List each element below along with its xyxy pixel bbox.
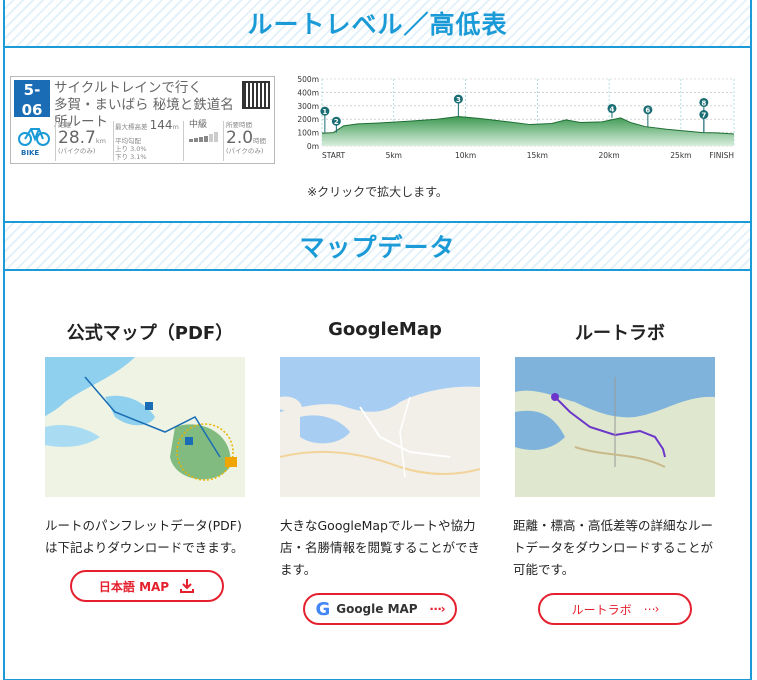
marker-label: 3 xyxy=(456,96,461,104)
route-number: 5-06 xyxy=(21,81,43,119)
map-data-panel: 公式マップ（PDF） ルートのパンフレットデータ(PDF) は下記よりダウンロー… xyxy=(5,271,750,679)
x-tick-label: START xyxy=(322,151,346,160)
y-tick-label: 400m xyxy=(297,88,319,97)
route-level-header: ルートレベル／高低表 xyxy=(5,0,750,48)
route-level-title: ルートレベル／高低表 xyxy=(247,10,508,39)
x-tick-label: 5km xyxy=(386,151,402,160)
elevation-label: 最大標高差 xyxy=(115,123,148,131)
marker-label: 8 xyxy=(701,99,706,107)
routelab-title: ルートラボ xyxy=(575,323,665,344)
google-map-description: 大きなGoogleMapでルートや協力 店・名勝情報を閲覧することができ ます。 xyxy=(280,515,480,581)
map-data-header: マップデータ xyxy=(5,223,750,271)
desc-line: ルートのパンフレットデータ(PDF) xyxy=(45,518,242,533)
level-label: 中級 xyxy=(189,120,208,130)
japanese-map-download-button[interactable]: 日本語 MAP xyxy=(70,570,224,602)
official-map-thumbnail[interactable] xyxy=(45,357,245,497)
x-tick-label: 15km xyxy=(527,151,548,160)
level-stat: 中級 xyxy=(189,121,219,145)
distance-value: 28.7 xyxy=(58,128,96,148)
distance-note: (パイクのみ) xyxy=(58,147,96,155)
y-tick-label: 500m xyxy=(297,76,319,84)
elevation-value: 144 xyxy=(149,118,173,132)
routelab-thumbnail[interactable] xyxy=(515,357,715,497)
y-tick-label: 0m xyxy=(307,142,319,151)
desc-line: 店・名勝情報を閲覧することができ xyxy=(280,540,481,555)
card-divider xyxy=(55,121,56,161)
route-info-card[interactable]: 5-06 CLASS サイクルトレインで行く 多賀・まいばら 秘境と鉄道名所ルー… xyxy=(10,76,275,164)
card-divider xyxy=(183,121,184,161)
desc-line: 可能です。 xyxy=(513,562,575,577)
click-to-enlarge-note: ※クリックで拡大します。 xyxy=(307,185,448,199)
grade-label: 平均勾配 xyxy=(115,137,141,145)
arrow-right-icon: ⋯› xyxy=(643,602,660,616)
time-note: (パイクのみ) xyxy=(226,147,264,155)
bicycle-icon xyxy=(18,128,50,146)
x-tick-label: 25km xyxy=(670,151,691,160)
marker-label: 1 xyxy=(322,108,327,116)
card-divider xyxy=(223,121,224,161)
japanese-map-label: 日本語 MAP xyxy=(98,579,170,594)
x-tick-label: FINISH xyxy=(709,151,734,160)
distance-unit: km xyxy=(95,137,106,145)
marker-label: 2 xyxy=(334,118,339,126)
qr-code-icon xyxy=(242,81,270,109)
marker-label: 4 xyxy=(610,105,615,113)
routelab-description: 距離・標高・高低差等の詳細なルー トデータをダウンロードすることが 可能です。 xyxy=(513,515,713,581)
time-stat: 所要時間 2.0時間 (パイクのみ) xyxy=(226,121,266,155)
map-data-title: マップデータ xyxy=(299,233,456,262)
official-map-description: ルートのパンフレットデータ(PDF) は下記よりダウンロードできます。 xyxy=(45,515,244,559)
desc-line: 距離・標高・高低差等の詳細なルー xyxy=(513,518,714,533)
elevation-area xyxy=(322,116,734,146)
elevation-chart[interactable]: 500m 400m 300m 200m 100m 0mSTART 5km 10km 15km 20… xyxy=(290,76,745,166)
y-tick-label: 100m xyxy=(297,129,319,138)
time-unit: 時間 xyxy=(253,137,267,145)
content-frame: ルートレベル／高低表 5-06 CLASS サイクルトレインで行く 多賀・まいば… xyxy=(3,0,752,680)
official-map-title: 公式マップ（PDF） xyxy=(66,323,234,344)
distance-stat: 距離 28.7km (パイクのみ) xyxy=(58,121,106,155)
time-value: 2.0 xyxy=(226,128,254,148)
route-level-panel[interactable]: 5-06 CLASS サイクルトレインで行く 多賀・まいばら 秘境と鉄道名所ルー… xyxy=(5,48,750,223)
google-map-title: GoogleMap xyxy=(328,319,442,340)
bike-label: BIKE xyxy=(21,149,40,157)
y-tick-label: 300m xyxy=(297,102,319,111)
arrow-right-icon: ⋯› xyxy=(429,602,446,616)
grade-up: 上り 3.0% xyxy=(115,145,147,153)
level-bars-icon xyxy=(189,132,218,142)
elevation-stat: 最大標高差 144m 平均勾配 上り 3.0% 下り 3.1% xyxy=(115,118,179,161)
grade-down: 下り 3.1% xyxy=(115,153,147,161)
y-tick-label: 200m xyxy=(297,115,319,124)
elevation-unit: m xyxy=(172,123,179,131)
desc-line: トデータをダウンロードすることが xyxy=(513,540,714,555)
marker-label: 7 xyxy=(701,111,706,119)
google-map-label: Google MAP xyxy=(336,602,418,616)
route-badge: 5-06 CLASS xyxy=(14,80,50,129)
download-icon xyxy=(180,579,195,593)
routelab-logo: ルートラボ xyxy=(571,602,632,617)
routelab-button[interactable]: ルートラボ ⋯› xyxy=(538,593,692,625)
desc-line: は下記よりダウンロードできます。 xyxy=(45,540,244,555)
desc-line: ます。 xyxy=(280,562,317,577)
route-name-line1: サイクルトレインで行く xyxy=(54,80,202,96)
google-map-button[interactable]: G Google MAP ⋯› xyxy=(303,593,457,625)
x-tick-label: 10km xyxy=(455,151,476,160)
google-map-thumbnail[interactable] xyxy=(280,357,480,497)
card-divider xyxy=(113,121,114,161)
x-tick-label: 20km xyxy=(599,151,620,160)
google-icon: G xyxy=(315,598,331,620)
desc-line: 大きなGoogleMapでルートや協力 xyxy=(280,518,476,533)
marker-label: 6 xyxy=(645,107,650,115)
